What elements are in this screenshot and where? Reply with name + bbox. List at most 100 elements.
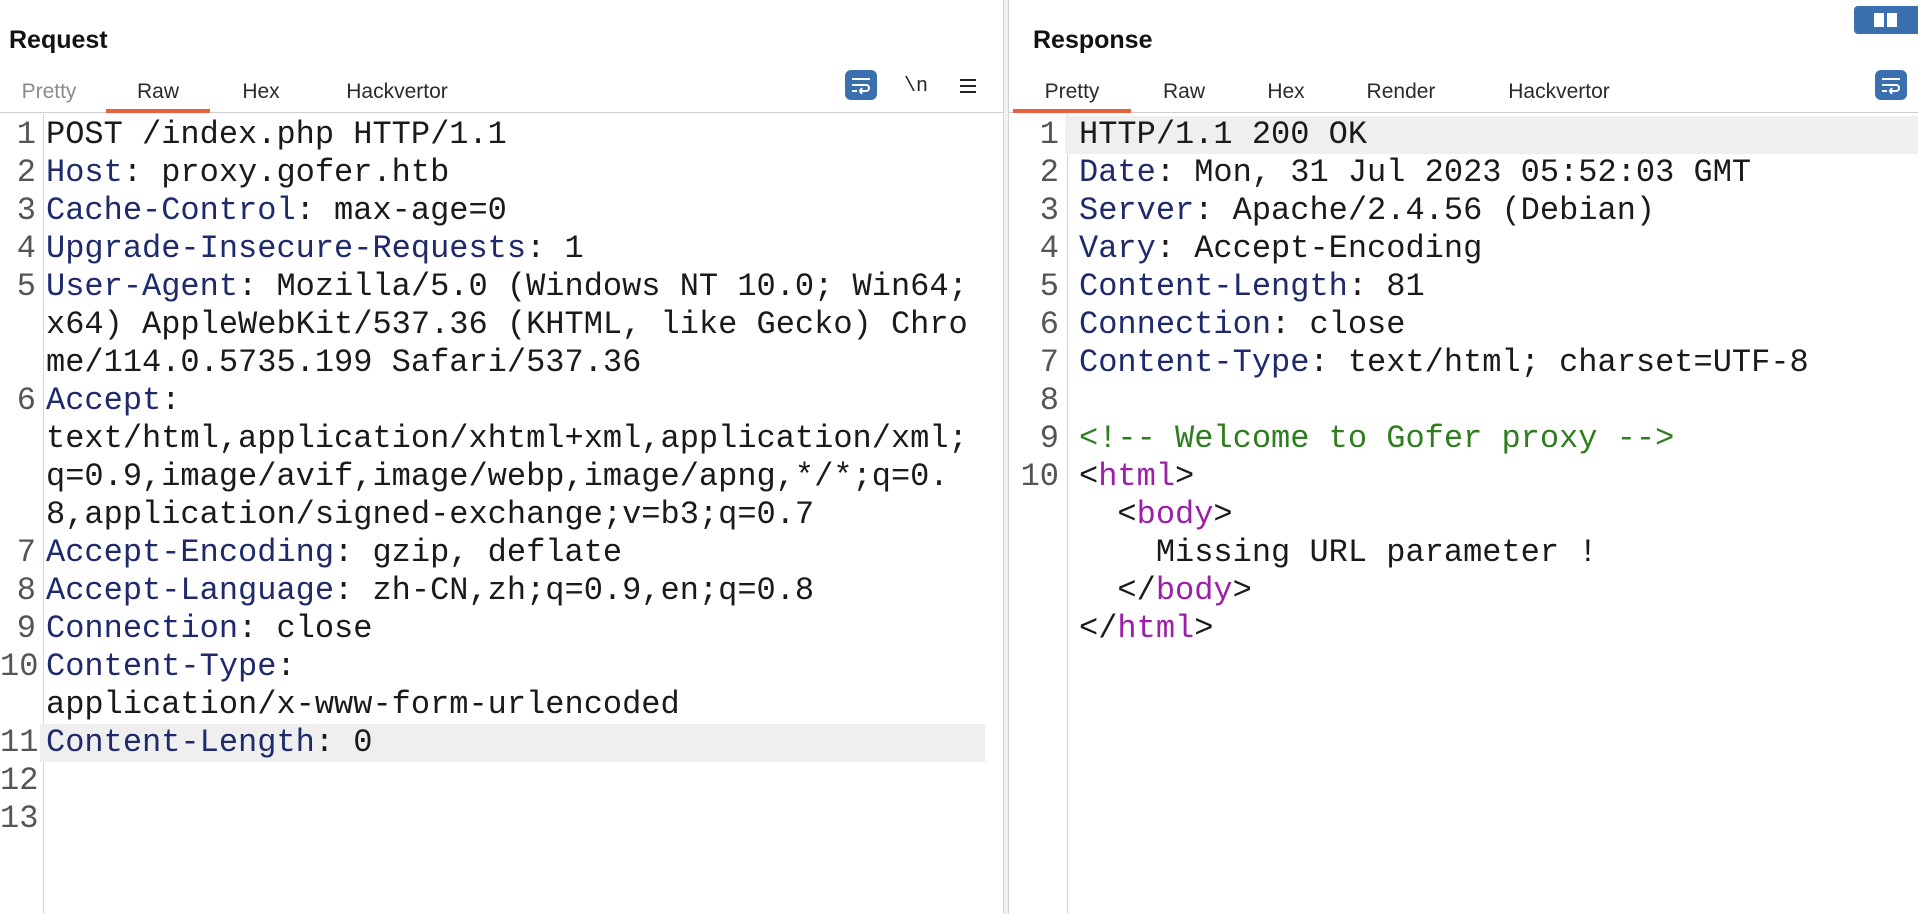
line-text: Host: proxy.gofer.htb: [40, 154, 985, 192]
response-line: 8​: [1009, 382, 1918, 420]
wrap-lines-icon: [1882, 78, 1900, 94]
tab-hex[interactable]: Hex: [1261, 76, 1311, 112]
request-editor[interactable]: 1 POST /index.php HTTP/1.1 2 Host: proxy.go…: [0, 114, 1003, 914]
line-text: <html>: [1065, 458, 1918, 496]
header-name: Cache-Control: [46, 192, 296, 229]
code-token: : 81: [1347, 268, 1425, 305]
line-text: ​: [1065, 382, 1918, 420]
tab-pretty[interactable]: Pretty: [1013, 76, 1131, 113]
response-pane: Response Pretty Raw Hex Render Hackverto…: [1009, 0, 1918, 914]
line-number: 11: [0, 724, 39, 761]
line-number: 6: [16, 382, 36, 419]
code-token: : close: [1271, 306, 1406, 343]
line-text: </body>: [1065, 572, 1918, 610]
request-line: 7 Accept-Encoding: gzip, deflate: [0, 534, 1003, 572]
code-token: >: [1194, 610, 1214, 647]
tab-pretty[interactable]: Pretty: [18, 76, 80, 112]
request-line: 6 Accept: text/html,application/xhtml+xml…: [0, 382, 1003, 534]
request-line-text: POST /index.php HTTP/1.1: [46, 116, 507, 153]
header-value: : text/html,application/xhtml+xml,applic…: [46, 382, 968, 533]
response-line: 1 HTTP/1.1 200 OK: [1009, 116, 1918, 154]
response-line: 2 Date: Mon, 31 Jul 2023 05:52:03 GMT: [1009, 154, 1918, 192]
line-number: 5: [1039, 268, 1059, 305]
line-number: 4: [1039, 230, 1059, 267]
tab-raw[interactable]: Raw: [1159, 76, 1209, 112]
line-text: Vary: Accept-Encoding: [1065, 230, 1918, 268]
code-token: <!-- Welcome to Gofer proxy -->: [1079, 420, 1675, 457]
code-token: html: [1117, 610, 1195, 647]
line-number: 9: [1039, 420, 1059, 457]
code-token: >: [1232, 572, 1252, 609]
line-text: Accept-Language: zh-CN,zh;q=0.9,en;q=0.8: [40, 572, 985, 610]
response-line: 5 Content-Length: 81: [1009, 268, 1918, 306]
header-name: Accept-Encoding: [46, 534, 335, 571]
request-line: 9 Connection: close: [0, 610, 1003, 648]
line-text: ​: [40, 800, 985, 838]
tab-hackvertor[interactable]: Hackvertor: [338, 76, 456, 112]
line-number: 2: [1039, 154, 1059, 191]
line-number: 7: [16, 534, 36, 571]
newline-label: \n: [903, 74, 928, 98]
code-token: Connection: [1079, 306, 1272, 343]
request-line: 5 User-Agent: Mozilla/5.0 (Windows NT 10.…: [0, 268, 1003, 382]
header-name: User-Agent: [46, 268, 239, 305]
line-text: POST /index.php HTTP/1.1: [40, 116, 985, 154]
line-number: [1009, 534, 1065, 572]
line-text: Upgrade-Insecure-Requests: 1: [40, 230, 985, 268]
request-line: 3 Cache-Control: max-age=0: [0, 192, 1003, 230]
line-text: Server: Apache/2.4.56 (Debian): [1065, 192, 1918, 230]
tab-raw[interactable]: Raw: [106, 76, 210, 113]
code-token: >: [1175, 458, 1195, 495]
line-number: 10: [0, 648, 39, 685]
header-value: : close: [238, 610, 373, 647]
tab-hex[interactable]: Hex: [236, 76, 286, 112]
line-number: 13: [0, 800, 39, 837]
response-line: Missing URL parameter !: [1009, 534, 1918, 572]
response-title: Response: [1033, 26, 1153, 54]
line-text: Missing URL parameter !: [1065, 534, 1918, 572]
response-lines: 1 HTTP/1.1 200 OK 2 Date: Mon, 31 Jul 2023 …: [1009, 116, 1918, 648]
line-text: Cache-Control: max-age=0: [40, 192, 985, 230]
line-text: Accept: text/html,application/xhtml+xml,…: [40, 382, 985, 534]
wrap-lines-button[interactable]: [1875, 70, 1907, 100]
newline-toggle-button[interactable]: \n: [900, 70, 932, 102]
wrap-lines-icon: [852, 78, 870, 94]
response-line: </html>: [1009, 610, 1918, 648]
line-number: 3: [1039, 192, 1059, 229]
line-number: 4: [16, 230, 36, 267]
line-number: [1009, 610, 1065, 648]
line-text: User-Agent: Mozilla/5.0 (Windows NT 10.0…: [40, 268, 985, 382]
code-token: : Mon, 31 Jul 2023 05:52:03 GMT: [1155, 154, 1752, 191]
line-text: <body>: [1065, 496, 1918, 534]
layout-toggle-button[interactable]: [1854, 6, 1918, 34]
tab-render[interactable]: Render: [1361, 76, 1441, 112]
header-value: : gzip, deflate: [334, 534, 623, 571]
request-line: 1 POST /index.php HTTP/1.1: [0, 116, 1003, 154]
wrap-lines-button[interactable]: [845, 70, 877, 100]
header-value: : 1: [526, 230, 584, 267]
line-number: 1: [1039, 116, 1059, 153]
line-number: 6: [1039, 306, 1059, 343]
code-token: body: [1155, 572, 1233, 609]
code-token: Vary: [1079, 230, 1156, 267]
line-text: Content-Length: 0: [40, 724, 985, 762]
line-text: <!-- Welcome to Gofer proxy -->: [1065, 420, 1918, 458]
request-line: 2 Host: proxy.gofer.htb: [0, 154, 1003, 192]
line-number: 1: [16, 116, 36, 153]
line-number: 3: [16, 192, 36, 229]
response-line: 9 <!-- Welcome to Gofer proxy -->: [1009, 420, 1918, 458]
header-value: : max-age=0: [295, 192, 507, 229]
line-number: 8: [16, 572, 36, 609]
line-text: Date: Mon, 31 Jul 2023 05:52:03 GMT: [1065, 154, 1918, 192]
code-token: Missing URL parameter !: [1079, 534, 1598, 571]
request-title: Request: [9, 26, 108, 54]
response-editor[interactable]: 1 HTTP/1.1 200 OK 2 Date: Mon, 31 Jul 2023 …: [1009, 114, 1918, 914]
response-tabs: Pretty Raw Hex Render Hackvertor: [1009, 72, 1918, 113]
tab-hackvertor[interactable]: Hackvertor: [1499, 76, 1619, 112]
code-token: Content-Length: [1079, 268, 1348, 305]
line-text: HTTP/1.1 200 OK: [1065, 116, 1918, 154]
line-number: 5: [16, 268, 36, 305]
line-text: Connection: close: [40, 610, 985, 648]
response-line: 10 <html>: [1009, 458, 1918, 496]
menu-button[interactable]: [952, 70, 984, 102]
